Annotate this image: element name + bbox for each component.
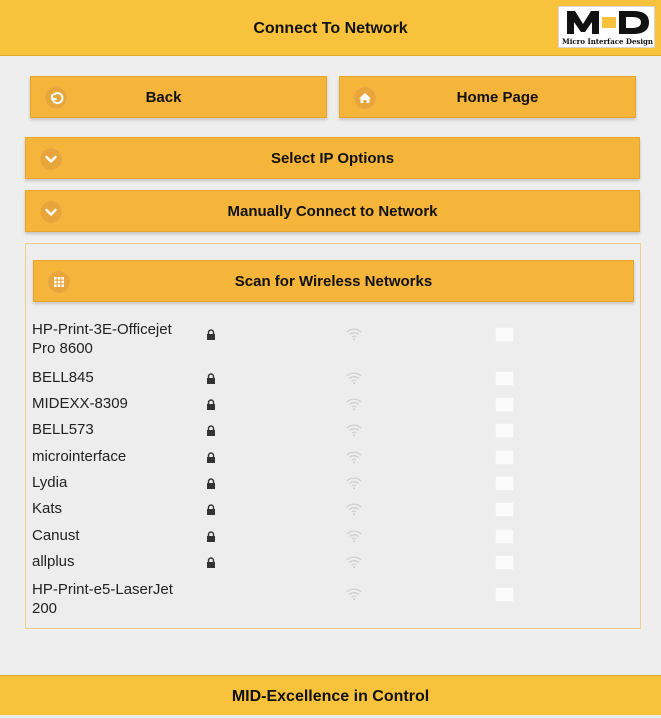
network-select-checkbox[interactable] (495, 450, 514, 465)
wifi-signal-icon (346, 587, 362, 601)
network-name: Kats (32, 500, 63, 517)
network-name: MIDEXX-8309 (32, 395, 128, 412)
wifi-signal-icon (346, 327, 362, 341)
logo-mark (559, 7, 656, 37)
back-button[interactable]: Back (30, 76, 327, 118)
network-name: HP-Print-e5-LaserJet 200 (32, 581, 173, 617)
home-page-button[interactable]: Home Page (339, 76, 636, 118)
network-row[interactable]: BELL573 (32, 420, 632, 440)
network-row[interactable]: microinterface (32, 447, 632, 467)
wifi-signal-icon (346, 423, 362, 437)
network-row[interactable]: allplus (32, 552, 632, 572)
wifi-signal-icon (346, 476, 362, 490)
logo-text: Micro Interface Design (561, 37, 653, 46)
network-name: BELL845 (32, 369, 94, 386)
network-select-checkbox[interactable] (495, 529, 514, 544)
network-row[interactable]: MIDEXX-8309 (32, 394, 632, 414)
lock-icon (206, 423, 216, 436)
lock-icon (206, 450, 216, 463)
wifi-signal-icon (346, 397, 362, 411)
footer-text: MID-Excellence in Control (231, 688, 430, 705)
network-row[interactable]: Canust (32, 526, 632, 546)
network-row[interactable]: Lydia (32, 473, 632, 493)
lock-icon (206, 397, 216, 410)
network-row[interactable]: HP-Print-e5-LaserJet 200 (32, 580, 632, 618)
scan-wireless-label: Scan for Wireless Networks (234, 273, 433, 290)
network-row[interactable]: HP-Print-3E-Officejet Pro 8600 (32, 320, 632, 358)
network-select-checkbox[interactable] (495, 397, 514, 412)
header-bar: Connect To Network Micro Interface Desig… (0, 0, 661, 56)
network-select-checkbox[interactable] (495, 476, 514, 491)
scan-wireless-button[interactable]: Scan for Wireless Networks (33, 260, 634, 302)
footer-bar: MID-Excellence in Control (0, 675, 661, 715)
wifi-signal-icon (346, 371, 362, 385)
network-name: HP-Print-3E-Officejet Pro 8600 (32, 321, 172, 357)
network-select-checkbox[interactable] (495, 371, 514, 386)
mid-logo: Micro Interface Design (558, 6, 655, 48)
manually-connect-button[interactable]: Manually Connect to Network (25, 190, 640, 232)
lock-icon (206, 476, 216, 489)
wifi-signal-icon (346, 555, 362, 569)
wifi-signal-icon (346, 502, 362, 516)
wifi-signal-icon (346, 529, 362, 543)
network-name: BELL573 (32, 421, 94, 438)
network-select-checkbox[interactable] (495, 423, 514, 438)
network-name: allplus (32, 553, 75, 570)
lock-icon (206, 371, 216, 384)
lock-icon (206, 327, 216, 340)
manually-connect-label: Manually Connect to Network (227, 203, 438, 220)
lock-icon (206, 502, 216, 515)
lock-icon (206, 529, 216, 542)
network-row[interactable]: BELL845 (32, 368, 632, 388)
network-select-checkbox[interactable] (495, 555, 514, 570)
wifi-signal-icon (346, 450, 362, 464)
select-ip-options-label: Select IP Options (270, 150, 395, 167)
home-page-button-label: Home Page (456, 89, 539, 106)
network-name: microinterface (32, 448, 127, 465)
back-button-label: Back (145, 89, 182, 106)
select-ip-options-button[interactable]: Select IP Options (25, 137, 640, 179)
network-row[interactable]: Kats (32, 499, 632, 519)
network-name: Lydia (32, 474, 68, 491)
network-select-checkbox[interactable] (495, 502, 514, 517)
network-name: Canust (32, 527, 80, 544)
lock-icon (206, 555, 216, 568)
network-select-checkbox[interactable] (495, 587, 514, 602)
network-select-checkbox[interactable] (495, 327, 514, 342)
